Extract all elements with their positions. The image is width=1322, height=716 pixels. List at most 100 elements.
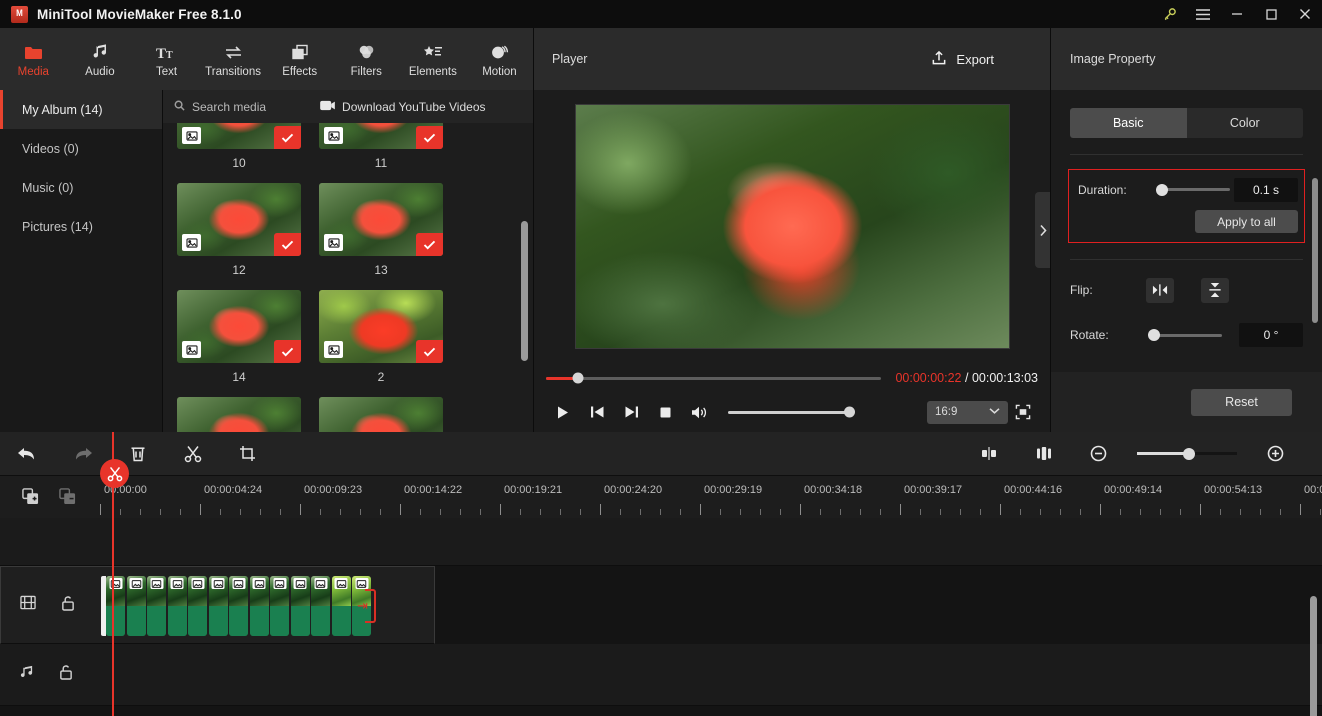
selected-checkmark-icon[interactable] bbox=[274, 233, 301, 256]
hamburger-menu-icon[interactable] bbox=[1186, 0, 1220, 28]
fullscreen-icon[interactable] bbox=[1008, 397, 1038, 427]
selected-checkmark-icon[interactable] bbox=[416, 340, 443, 363]
seek-slider[interactable] bbox=[546, 372, 882, 384]
flip-horizontal-icon[interactable] bbox=[1146, 277, 1174, 303]
sidebar-item-my-album[interactable]: My Album (14) bbox=[0, 90, 162, 129]
maximize-icon[interactable] bbox=[1254, 0, 1288, 28]
aspect-ratio-select[interactable]: 16:9 bbox=[927, 400, 1008, 424]
reset-button[interactable]: Reset bbox=[1191, 388, 1292, 416]
unlock-icon[interactable] bbox=[59, 664, 73, 685]
flip-vertical-icon[interactable] bbox=[1201, 277, 1229, 303]
undo-icon[interactable] bbox=[0, 432, 55, 476]
duration-slider[interactable] bbox=[1156, 183, 1230, 196]
minimize-icon[interactable] bbox=[1220, 0, 1254, 28]
rotate-slider-handle[interactable] bbox=[1148, 329, 1160, 341]
timeline-clip[interactable] bbox=[270, 576, 289, 636]
tab-motion[interactable]: Motion bbox=[466, 28, 533, 90]
timeline-zoom-slider[interactable] bbox=[1137, 447, 1237, 460]
film-strip-icon[interactable] bbox=[20, 595, 36, 615]
audio-track[interactable] bbox=[0, 644, 1322, 706]
volume-slider[interactable] bbox=[728, 406, 855, 418]
tab-text[interactable]: TT Text bbox=[133, 28, 200, 90]
duration-value-field[interactable]: 0.1 s bbox=[1234, 177, 1298, 202]
unlock-icon[interactable] bbox=[61, 595, 75, 616]
timeline-clip[interactable] bbox=[106, 576, 125, 636]
music-note-icon[interactable] bbox=[19, 665, 34, 685]
rotate-slider[interactable] bbox=[1148, 329, 1222, 341]
media-thumbnail[interactable] bbox=[319, 290, 443, 363]
media-item[interactable]: 12 bbox=[177, 183, 301, 286]
zoom-slider-handle[interactable] bbox=[1183, 447, 1195, 460]
media-thumbnail[interactable] bbox=[177, 397, 301, 432]
split-marker-button[interactable] bbox=[100, 459, 129, 488]
zoom-out-icon[interactable] bbox=[1071, 432, 1126, 476]
timeline-clip[interactable] bbox=[229, 576, 248, 636]
media-scrollbar[interactable] bbox=[521, 221, 528, 361]
timeline-clip[interactable] bbox=[331, 576, 351, 636]
tab-media[interactable]: Media bbox=[0, 28, 67, 90]
volume-handle[interactable] bbox=[844, 406, 855, 418]
seek-handle[interactable] bbox=[572, 372, 584, 384]
tab-audio[interactable]: Audio bbox=[67, 28, 134, 90]
media-item[interactable]: 2 bbox=[319, 290, 443, 393]
timeline-empty-track[interactable] bbox=[0, 518, 1322, 566]
media-thumbnail[interactable] bbox=[177, 290, 301, 363]
volume-icon[interactable] bbox=[682, 397, 716, 427]
next-frame-icon[interactable] bbox=[614, 397, 648, 427]
apply-to-all-button[interactable]: Apply to all bbox=[1195, 210, 1298, 233]
media-item[interactable]: 10 bbox=[177, 123, 301, 179]
selected-checkmark-icon[interactable] bbox=[274, 126, 301, 149]
video-preview[interactable] bbox=[534, 90, 1050, 363]
remove-track-icon[interactable] bbox=[59, 488, 76, 510]
timeline-clip[interactable] bbox=[311, 576, 330, 636]
timeline-clip[interactable] bbox=[249, 576, 269, 636]
download-youtube-button[interactable]: Download YouTube Videos bbox=[320, 100, 486, 114]
media-thumbnail[interactable] bbox=[177, 123, 301, 149]
media-thumbnail[interactable] bbox=[319, 123, 443, 149]
timeline-clip[interactable] bbox=[167, 576, 187, 636]
clip-trim-handle[interactable]: ⇥ bbox=[357, 589, 376, 623]
sidebar-item-pictures[interactable]: Pictures (14) bbox=[0, 207, 162, 246]
fit-to-timeline-icon[interactable] bbox=[961, 432, 1016, 476]
media-item[interactable]: 14 bbox=[177, 290, 301, 393]
media-item[interactable]: 13 bbox=[319, 183, 443, 286]
video-track[interactable]: ⇥ bbox=[0, 566, 435, 644]
tab-transitions[interactable]: Transitions bbox=[200, 28, 267, 90]
zoom-in-icon[interactable] bbox=[1248, 432, 1303, 476]
media-item[interactable]: 11 bbox=[319, 123, 443, 179]
tab-basic[interactable]: Basic bbox=[1070, 108, 1187, 138]
tab-color[interactable]: Color bbox=[1186, 108, 1303, 138]
media-item[interactable] bbox=[319, 397, 443, 432]
key-icon[interactable] bbox=[1152, 0, 1186, 28]
property-scrollbar[interactable] bbox=[1312, 178, 1318, 323]
media-item[interactable] bbox=[177, 397, 301, 432]
timeline-clip[interactable] bbox=[188, 576, 207, 636]
play-icon[interactable] bbox=[546, 397, 580, 427]
add-track-icon[interactable] bbox=[22, 488, 39, 510]
media-thumbnail[interactable] bbox=[319, 183, 443, 256]
split-view-icon[interactable] bbox=[1016, 432, 1071, 476]
timeline-clip[interactable] bbox=[126, 576, 146, 636]
selected-checkmark-icon[interactable] bbox=[274, 340, 301, 363]
close-icon[interactable] bbox=[1288, 0, 1322, 28]
export-button[interactable]: Export bbox=[931, 50, 994, 69]
timeline-clip[interactable] bbox=[147, 576, 166, 636]
timeline-vertical-scrollbar[interactable] bbox=[1310, 596, 1317, 716]
selected-checkmark-icon[interactable] bbox=[416, 233, 443, 256]
search-input[interactable]: Search media bbox=[174, 100, 266, 114]
media-thumbnail[interactable] bbox=[177, 183, 301, 256]
split-scissors-icon[interactable] bbox=[165, 432, 220, 476]
tab-elements[interactable]: Elements bbox=[400, 28, 467, 90]
previous-frame-icon[interactable] bbox=[580, 397, 614, 427]
media-thumbnail[interactable] bbox=[319, 397, 443, 432]
tab-filters[interactable]: Filters bbox=[333, 28, 400, 90]
tab-effects[interactable]: Effects bbox=[266, 28, 333, 90]
timeline-clip[interactable] bbox=[290, 576, 310, 636]
selected-checkmark-icon[interactable] bbox=[416, 126, 443, 149]
sidebar-item-videos[interactable]: Videos (0) bbox=[0, 129, 162, 168]
timeline-clip[interactable] bbox=[208, 576, 228, 636]
panel-collapse-chevron-icon[interactable] bbox=[1035, 192, 1050, 268]
duration-slider-handle[interactable] bbox=[1156, 183, 1168, 196]
rotate-value-field[interactable]: 0 ° bbox=[1239, 323, 1303, 347]
sidebar-item-music[interactable]: Music (0) bbox=[0, 168, 162, 207]
